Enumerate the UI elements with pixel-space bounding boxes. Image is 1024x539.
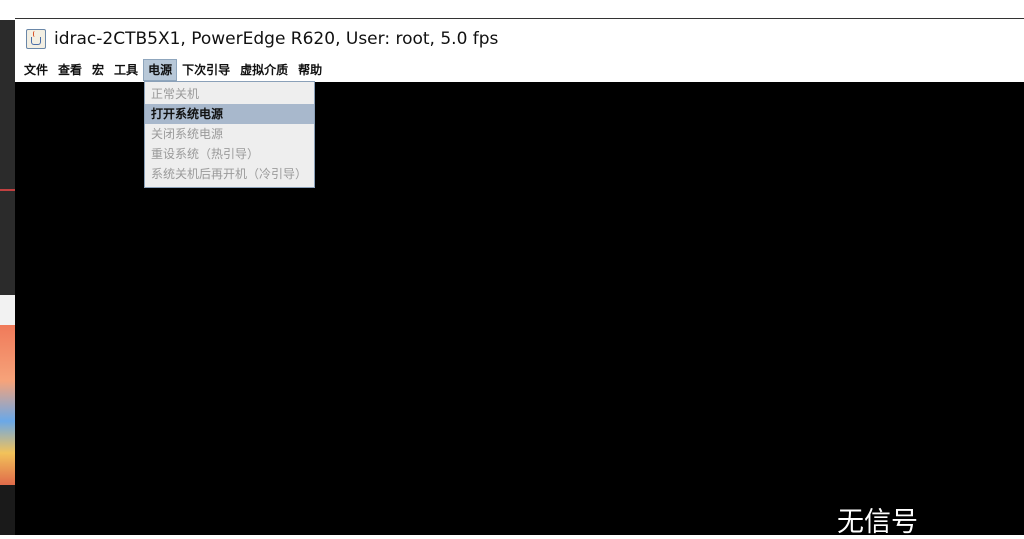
menu-power[interactable]: 电源 <box>143 59 178 81</box>
no-signal-text: 无信号 <box>837 507 918 538</box>
desktop-window-edge <box>0 20 15 295</box>
menu-tools[interactable]: 工具 <box>109 59 143 81</box>
java-cup-icon <box>26 29 46 49</box>
power-dropdown-menu: 正常关机 打开系统电源 关闭系统电源 重设系统（热引导） 系统关机后再开机（冷引… <box>144 81 315 188</box>
window-title: idrac-2CTB5X1, PowerEdge R620, User: roo… <box>54 29 499 49</box>
desktop-divider <box>0 189 15 191</box>
menu-file[interactable]: 文件 <box>19 59 53 81</box>
menu-macros[interactable]: 宏 <box>87 59 109 81</box>
desktop-panel <box>0 295 15 325</box>
power-menu-power-off[interactable]: 关闭系统电源 <box>145 124 314 144</box>
power-menu-warm-reset[interactable]: 重设系统（热引导） <box>145 144 314 164</box>
power-menu-graceful-shutdown[interactable]: 正常关机 <box>145 84 314 104</box>
desktop-background <box>0 0 15 535</box>
menu-view[interactable]: 查看 <box>53 59 87 81</box>
power-menu-power-on[interactable]: 打开系统电源 <box>145 104 314 124</box>
power-menu-cold-reboot[interactable]: 系统关机后再开机（冷引导） <box>145 164 314 184</box>
virtual-console-window: idrac-2CTB5X1, PowerEdge R620, User: roo… <box>15 19 1024 538</box>
desktop-wallpaper-image <box>0 325 15 485</box>
menu-help[interactable]: 帮助 <box>293 59 327 81</box>
title-bar[interactable]: idrac-2CTB5X1, PowerEdge R620, User: roo… <box>15 19 1024 59</box>
desktop-top-area <box>15 0 1024 18</box>
menu-bar: 文件 查看 宏 工具 电源 下次引导 虚拟介质 帮助 <box>15 59 1024 81</box>
menu-next-boot[interactable]: 下次引导 <box>177 59 235 81</box>
desktop-taskbar-edge <box>0 485 15 535</box>
menu-virtual-media[interactable]: 虚拟介质 <box>235 59 293 81</box>
